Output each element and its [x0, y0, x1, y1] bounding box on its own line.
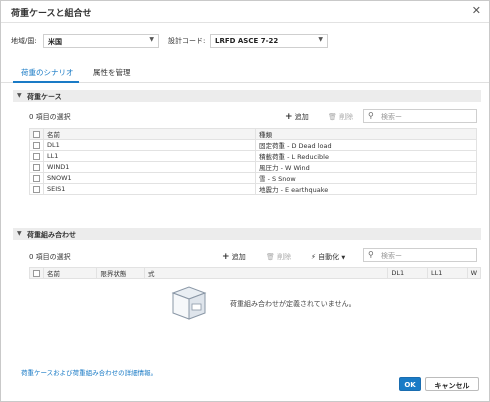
- row-checkbox[interactable]: [33, 152, 40, 160]
- tab-load-scenario[interactable]: 荷重のシナリオ: [21, 67, 74, 78]
- automate-button[interactable]: ⚡ 自動化 ▼: [311, 252, 345, 262]
- plus-icon: +: [222, 252, 230, 262]
- load-combos-table: 名前 限界状態 式 DL1 LL1 W: [29, 267, 482, 279]
- design-code-value: LRFD ASCE 7-22: [215, 37, 279, 45]
- case-type: 固定荷重 - D Dead load: [255, 139, 477, 151]
- table-row[interactable]: DL1 固定荷重 - D Dead load: [29, 139, 477, 151]
- case-name: SNOW1: [43, 172, 256, 184]
- empty-box-icon: [171, 286, 207, 320]
- trash-icon: 🗑: [266, 253, 275, 261]
- select-all-checkbox[interactable]: [33, 130, 40, 138]
- load-combos-selected-count: 0 項目の選択: [29, 253, 71, 261]
- column-header-name[interactable]: 名前: [43, 128, 256, 140]
- select-all-checkbox[interactable]: [33, 269, 40, 277]
- title-bar: 荷重ケースと組合せ ✕: [1, 1, 489, 23]
- column-header-wind1[interactable]: W: [466, 267, 482, 279]
- case-name: DL1: [43, 139, 256, 151]
- load-combos-header[interactable]: ▼ 荷重組み合わせ: [13, 228, 481, 240]
- delete-load-combo-button[interactable]: 🗑 削除: [266, 252, 291, 262]
- table-row[interactable]: SEIS1 地震力 - E earthquake: [29, 183, 477, 195]
- column-header-type[interactable]: 種類: [255, 128, 477, 140]
- close-icon[interactable]: ✕: [472, 4, 481, 17]
- column-header-ll1[interactable]: LL1: [426, 267, 468, 279]
- row-checkbox[interactable]: [33, 174, 40, 182]
- lightning-icon: ⚡: [311, 253, 316, 261]
- trash-icon: 🗑: [328, 113, 337, 121]
- delete-load-case-button[interactable]: 🗑 削除: [328, 112, 353, 122]
- row-checkbox-cell[interactable]: [29, 161, 44, 173]
- dialog-title: 荷重ケースと組合せ: [11, 9, 92, 19]
- column-header-formula[interactable]: 式: [144, 267, 389, 279]
- empty-state-message: 荷重組み合わせが定義されていません。: [230, 300, 356, 308]
- settings-row: 地域/国: 米国 ▼ 設計コード: LRFD ASCE 7-22 ▼: [1, 34, 489, 48]
- search-icon: ⚲: [368, 250, 374, 259]
- column-header-limit-state[interactable]: 限界状態: [96, 267, 146, 279]
- case-name: SEIS1: [43, 183, 256, 195]
- load-combos-title: 荷重組み合わせ: [27, 231, 76, 239]
- row-checkbox[interactable]: [33, 163, 40, 171]
- table-row[interactable]: LL1 積載荷重 - L Reducible: [29, 150, 477, 162]
- load-cases-selected-count: 0 項目の選択: [29, 113, 71, 121]
- chevron-down-icon: ▼: [341, 255, 346, 261]
- row-checkbox-cell[interactable]: [29, 172, 44, 184]
- cancel-button[interactable]: キャンセル: [425, 377, 479, 391]
- select-all-checkbox-cell[interactable]: [29, 267, 44, 279]
- add-load-case-button[interactable]: + 追加: [285, 112, 309, 122]
- plus-icon: +: [285, 112, 293, 122]
- region-label: 地域/国:: [11, 37, 37, 45]
- table-header-row: 名前 種類: [29, 128, 477, 140]
- case-type: 地震力 - E earthquake: [255, 183, 477, 195]
- search-placeholder: 検索ー: [381, 252, 402, 260]
- active-tab-indicator: [13, 81, 79, 83]
- load-combos-search[interactable]: ⚲ 検索ー: [363, 248, 477, 262]
- delete-label: 削除: [277, 253, 292, 261]
- design-code-label: 設計コード:: [168, 37, 206, 45]
- row-checkbox-cell[interactable]: [29, 183, 44, 195]
- tab-bar: 荷重のシナリオ 属性を管理: [1, 61, 489, 83]
- load-cases-search[interactable]: ⚲ 検索ー: [363, 109, 477, 123]
- region-select[interactable]: 米国 ▼: [43, 34, 159, 48]
- load-cases-table: 名前 種類 DL1 固定荷重 - D Dead load LL1 積載荷重 - …: [29, 128, 477, 195]
- delete-label: 削除: [339, 113, 354, 121]
- add-load-combo-button[interactable]: + 追加: [222, 252, 246, 262]
- row-checkbox-cell[interactable]: [29, 150, 44, 162]
- add-label: 追加: [231, 253, 246, 261]
- select-all-checkbox-cell[interactable]: [29, 128, 44, 140]
- case-type: 積載荷重 - L Reducible: [255, 150, 477, 162]
- chevron-down-icon: ▼: [149, 36, 154, 43]
- table-row[interactable]: WIND1 風圧力 - W Wind: [29, 161, 477, 173]
- column-header-name[interactable]: 名前: [42, 267, 98, 279]
- case-type: 風圧力 - W Wind: [255, 161, 477, 173]
- info-link[interactable]: 荷重ケースおよび荷重組み合わせの詳細情報。: [21, 367, 157, 377]
- add-label: 追加: [294, 113, 309, 121]
- ok-button[interactable]: OK: [399, 377, 421, 391]
- case-type: 雪 - S Snow: [255, 172, 477, 184]
- chevron-down-icon: ▼: [17, 230, 22, 237]
- column-header-dl1[interactable]: DL1: [387, 267, 428, 279]
- load-cases-header[interactable]: ▼ 荷重ケース: [13, 90, 481, 102]
- table-header-row: 名前 限界状態 式 DL1 LL1 W: [29, 267, 482, 279]
- automate-label: 自動化: [318, 253, 340, 261]
- dialog: 荷重ケースと組合せ ✕ 地域/国: 米国 ▼ 設計コード: LRFD ASCE …: [0, 0, 490, 402]
- chevron-down-icon: ▼: [318, 36, 323, 43]
- case-name: LL1: [43, 150, 256, 162]
- case-name: WIND1: [43, 161, 256, 173]
- tab-manage-attributes[interactable]: 属性を管理: [93, 67, 131, 78]
- row-checkbox-cell[interactable]: [29, 139, 44, 151]
- row-checkbox[interactable]: [33, 141, 40, 149]
- load-cases-title: 荷重ケース: [27, 93, 62, 101]
- row-checkbox[interactable]: [33, 185, 40, 193]
- search-placeholder: 検索ー: [381, 113, 402, 121]
- table-row[interactable]: SNOW1 雪 - S Snow: [29, 172, 477, 184]
- region-value: 米国: [48, 38, 62, 46]
- chevron-down-icon: ▼: [17, 92, 22, 99]
- search-icon: ⚲: [368, 111, 374, 120]
- design-code-select[interactable]: LRFD ASCE 7-22 ▼: [210, 34, 328, 48]
